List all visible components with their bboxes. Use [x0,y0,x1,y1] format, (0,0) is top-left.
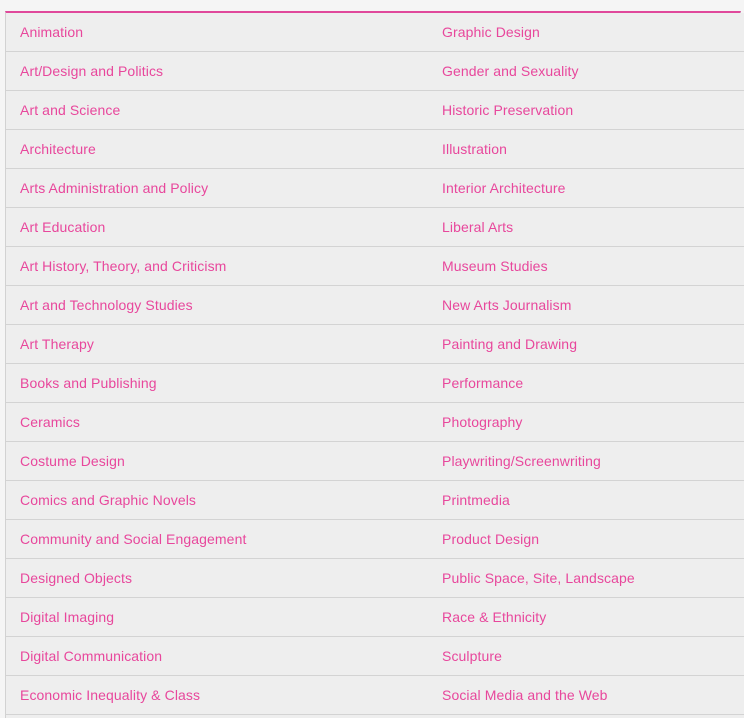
table-cell-right[interactable] [431,714,744,718]
table-row: Art History, Theory, and Criticism Museu… [6,246,744,286]
page-root: Animation Graphic Design Art/Design and … [0,0,744,718]
table-cell-left[interactable]: Designed Objects [6,558,431,598]
table-row: Costume Design Playwriting/Screenwriting [6,441,744,481]
topic-link[interactable]: Race & Ethnicity [442,608,546,626]
topic-link[interactable]: Liberal Arts [442,218,513,236]
topic-link[interactable]: Interior Architecture [442,179,566,197]
table-cell-left[interactable]: Books and Publishing [6,363,431,403]
topic-link[interactable]: Economic Inequality & Class [20,686,200,704]
table-cell-left[interactable] [6,714,431,718]
table-cell-left[interactable]: Art/Design and Politics [6,51,431,91]
table-body: Animation Graphic Design Art/Design and … [6,13,744,718]
table-cell-left[interactable]: Art Therapy [6,324,431,364]
topic-link[interactable]: Comics and Graphic Novels [20,491,196,509]
table-row: Books and Publishing Performance [6,363,744,403]
table-row: Arts Administration and Policy Interior … [6,168,744,208]
table-cell-right[interactable]: Playwriting/Screenwriting [431,441,744,481]
table-cell-right[interactable]: Public Space, Site, Landscape [431,558,744,598]
topic-link[interactable]: Public Space, Site, Landscape [442,569,635,587]
topic-link[interactable]: Illustration [442,140,507,158]
table-cell-right[interactable]: Illustration [431,129,744,169]
topic-link[interactable]: Art History, Theory, and Criticism [20,257,226,275]
table-cell-left[interactable]: Digital Communication [6,636,431,676]
table-cell-left[interactable]: Art and Science [6,90,431,130]
topic-link[interactable]: Arts Administration and Policy [20,179,208,197]
topic-link[interactable]: Animation [20,23,83,41]
topic-link[interactable]: Digital Imaging [20,608,114,626]
topic-link[interactable]: Art and Science [20,101,120,119]
table-cell-left[interactable]: Costume Design [6,441,431,481]
table-row: Art/Design and Politics Gender and Sexua… [6,51,744,91]
table-row: Art and Science Historic Preservation [6,90,744,130]
table-row: Digital Communication Sculpture [6,636,744,676]
topic-link[interactable]: Social Media and the Web [442,686,608,704]
table-row: Ceramics Photography [6,402,744,442]
topic-link[interactable]: Designed Objects [20,569,132,587]
topic-link[interactable]: Historic Preservation [442,101,573,119]
topic-link[interactable]: Digital Communication [20,647,162,665]
table-cell-right[interactable]: Interior Architecture [431,168,744,208]
topic-link[interactable]: Photography [442,413,523,431]
table-cell-right[interactable]: Performance [431,363,744,403]
table-cell-left[interactable]: Arts Administration and Policy [6,168,431,208]
topic-link[interactable]: Art and Technology Studies [20,296,193,314]
table-cell-right[interactable]: Liberal Arts [431,207,744,247]
table-cell-right[interactable]: Printmedia [431,480,744,520]
table-row: Economic Inequality & Class Social Media… [6,675,744,715]
table-row: Animation Graphic Design [6,13,744,52]
table-row: Designed Objects Public Space, Site, Lan… [6,558,744,598]
topic-link[interactable]: Playwriting/Screenwriting [442,452,601,470]
table-cell-right[interactable]: Historic Preservation [431,90,744,130]
areas-of-study-table: Animation Graphic Design Art/Design and … [6,13,744,718]
table-cell-right[interactable]: Photography [431,402,744,442]
topic-link[interactable]: Product Design [442,530,539,548]
table-cell-right[interactable]: Race & Ethnicity [431,597,744,637]
table-cell-left[interactable]: Community and Social Engagement [6,519,431,559]
table-cell-left[interactable]: Digital Imaging [6,597,431,637]
table-cell-right[interactable]: New Arts Journalism [431,285,744,325]
table-cell-left[interactable]: Art and Technology Studies [6,285,431,325]
topic-link[interactable]: Sculpture [442,647,502,665]
table-cell-left[interactable]: Ceramics [6,402,431,442]
table-cell-right[interactable]: Product Design [431,519,744,559]
table-cell-right[interactable]: Painting and Drawing [431,324,744,364]
topic-link[interactable]: Books and Publishing [20,374,157,392]
table-cell-right[interactable]: Museum Studies [431,246,744,286]
table-cell-right[interactable]: Graphic Design [431,13,744,52]
topic-link[interactable]: Museum Studies [442,257,548,275]
topic-link[interactable]: Art/Design and Politics [20,62,163,80]
topic-link[interactable]: Printmedia [442,491,510,509]
table-cell-left[interactable]: Art History, Theory, and Criticism [6,246,431,286]
topic-link[interactable]: Community and Social Engagement [20,530,246,548]
topic-link[interactable]: New Arts Journalism [442,296,572,314]
topic-link[interactable]: Costume Design [20,452,125,470]
topic-link[interactable]: Graphic Design [442,23,540,41]
table-cell-right[interactable]: Social Media and the Web [431,675,744,715]
table-row: Architecture Illustration [6,129,744,169]
table-row: Community and Social Engagement Product … [6,519,744,559]
areas-of-study-table-container: Animation Graphic Design Art/Design and … [5,11,744,718]
table-row: Comics and Graphic Novels Printmedia [6,480,744,520]
topic-link[interactable]: Performance [442,374,523,392]
table-cell-left[interactable]: Animation [6,13,431,52]
topic-link[interactable]: Art Education [20,218,105,236]
topic-link[interactable]: Gender and Sexuality [442,62,579,80]
table-row [6,714,744,718]
table-row: Art and Technology Studies New Arts Jour… [6,285,744,325]
table-cell-left[interactable]: Art Education [6,207,431,247]
topic-link[interactable]: Ceramics [20,413,80,431]
topic-link[interactable]: Painting and Drawing [442,335,577,353]
table-cell-left[interactable]: Comics and Graphic Novels [6,480,431,520]
table-cell-left[interactable]: Architecture [6,129,431,169]
table-row: Art Therapy Painting and Drawing [6,324,744,364]
table-cell-left[interactable]: Economic Inequality & Class [6,675,431,715]
table-cell-right[interactable]: Sculpture [431,636,744,676]
table-row: Art Education Liberal Arts [6,207,744,247]
table-row: Digital Imaging Race & Ethnicity [6,597,744,637]
topic-link[interactable]: Architecture [20,140,96,158]
topic-link[interactable]: Art Therapy [20,335,94,353]
table-cell-right[interactable]: Gender and Sexuality [431,51,744,91]
